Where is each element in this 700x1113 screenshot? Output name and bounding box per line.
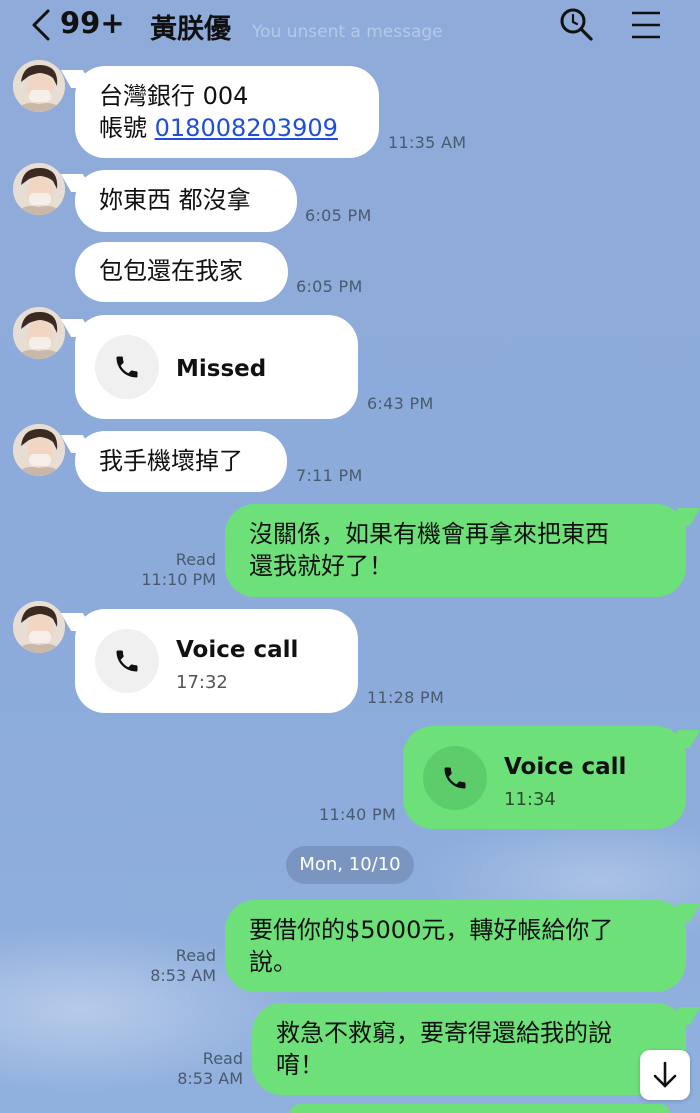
- call-status-label: Missed: [176, 356, 267, 382]
- person-avatar-icon: [13, 307, 65, 359]
- message-bubble-incoming[interactable]: 妳東西 都沒拿: [75, 170, 297, 232]
- contact-name[interactable]: 黃朕優: [150, 7, 231, 46]
- call-status-label: Voice call: [176, 637, 299, 663]
- message-bubble-outgoing[interactable]: 沒關係，如果有機會再拿來把東西 還我就好了！: [225, 504, 686, 597]
- message-timestamp: 6:43 PM: [367, 394, 434, 413]
- message-text-line: 說。: [249, 948, 297, 976]
- message-bubble-outgoing-partial[interactable]: [290, 1104, 670, 1113]
- read-receipt: Read 11:10 PM: [136, 550, 216, 590]
- message-bubble-incoming[interactable]: 包包還在我家: [75, 242, 288, 302]
- missed-call-bubble[interactable]: Missed: [75, 315, 358, 419]
- arrow-down-icon: [653, 1061, 677, 1088]
- contact-avatar[interactable]: [13, 601, 65, 653]
- message-text: 沒關係，如果有機會再拿來把東西: [249, 520, 609, 548]
- read-receipt: Read 8:53 AM: [136, 946, 216, 986]
- person-avatar-icon: [13, 601, 65, 653]
- message-bubble-outgoing[interactable]: 救急不救窮，要寄得還給我的說 唷！: [252, 1003, 686, 1095]
- message-bubble-incoming[interactable]: 我手機壞掉了: [75, 431, 287, 492]
- read-receipt: Read 8:53 AM: [163, 1049, 243, 1089]
- contact-avatar[interactable]: [13, 60, 65, 112]
- message-text-line: 還我就好了！: [249, 552, 393, 580]
- person-avatar-icon: [13, 424, 65, 476]
- hamburger-menu-icon[interactable]: [630, 10, 662, 40]
- message-timestamp: 6:05 PM: [296, 277, 363, 296]
- message-bubble-incoming[interactable]: 台灣銀行 004 帳號 018008203909: [75, 66, 379, 158]
- message-timestamp: 8:53 AM: [150, 966, 216, 985]
- unsent-notice: You unsent a message: [252, 22, 443, 42]
- message-timestamp: 11:35 AM: [388, 133, 467, 152]
- read-label: Read: [175, 550, 216, 569]
- contact-avatar[interactable]: [13, 163, 65, 215]
- message-text: 妳東西 都沒拿: [99, 186, 251, 214]
- account-label: 帳號: [99, 114, 155, 142]
- chat-header: 99+ 黃朕優 You unsent a message: [0, 0, 700, 50]
- message-text-line: 帳號 018008203909: [99, 112, 355, 144]
- phone-icon: [116, 356, 138, 378]
- message-timestamp: 8:53 AM: [177, 1069, 243, 1088]
- message-text: 我手機壞掉了: [99, 447, 243, 475]
- message-text-line: 唷！: [276, 1051, 324, 1079]
- message-bubble-outgoing[interactable]: 要借你的$5000元，轉好帳給你了 說。: [225, 900, 686, 992]
- call-duration: 11:34: [504, 789, 556, 810]
- message-text: 包包還在我家: [99, 257, 243, 285]
- chevron-left-icon[interactable]: [28, 8, 54, 42]
- call-status-label: Voice call: [504, 754, 627, 780]
- person-avatar-icon: [13, 163, 65, 215]
- message-text: 救急不救窮，要寄得還給我的說: [276, 1019, 612, 1047]
- unread-count-badge[interactable]: 99+: [60, 6, 125, 40]
- message-timestamp: 11:10 PM: [141, 570, 216, 589]
- read-label: Read: [175, 946, 216, 965]
- phone-icon: [444, 767, 466, 789]
- call-duration: 17:32: [176, 672, 228, 693]
- message-text: 台灣銀行 004: [99, 82, 249, 110]
- search-icon[interactable]: [558, 6, 594, 42]
- message-timestamp: 11:40 PM: [319, 805, 397, 824]
- scroll-to-bottom-button[interactable]: [640, 1050, 690, 1100]
- message-timestamp: 11:28 PM: [367, 688, 445, 707]
- contact-avatar[interactable]: [13, 424, 65, 476]
- phone-icon: [116, 650, 138, 672]
- contact-avatar[interactable]: [13, 307, 65, 359]
- message-timestamp: 7:11 PM: [296, 466, 363, 485]
- account-number-link[interactable]: 018008203909: [155, 114, 338, 142]
- phone-icon-circle: [95, 629, 159, 693]
- voice-call-bubble[interactable]: Voice call 17:32: [75, 609, 358, 713]
- person-avatar-icon: [13, 60, 65, 112]
- voice-call-bubble[interactable]: Voice call 11:34: [403, 726, 686, 829]
- phone-icon-circle: [95, 335, 159, 399]
- date-divider: Mon, 10/10: [286, 846, 414, 884]
- message-timestamp: 6:05 PM: [305, 206, 372, 225]
- read-label: Read: [202, 1049, 243, 1068]
- message-text: 要借你的$5000元，轉好帳給你了: [249, 916, 614, 944]
- phone-icon-circle: [423, 746, 487, 810]
